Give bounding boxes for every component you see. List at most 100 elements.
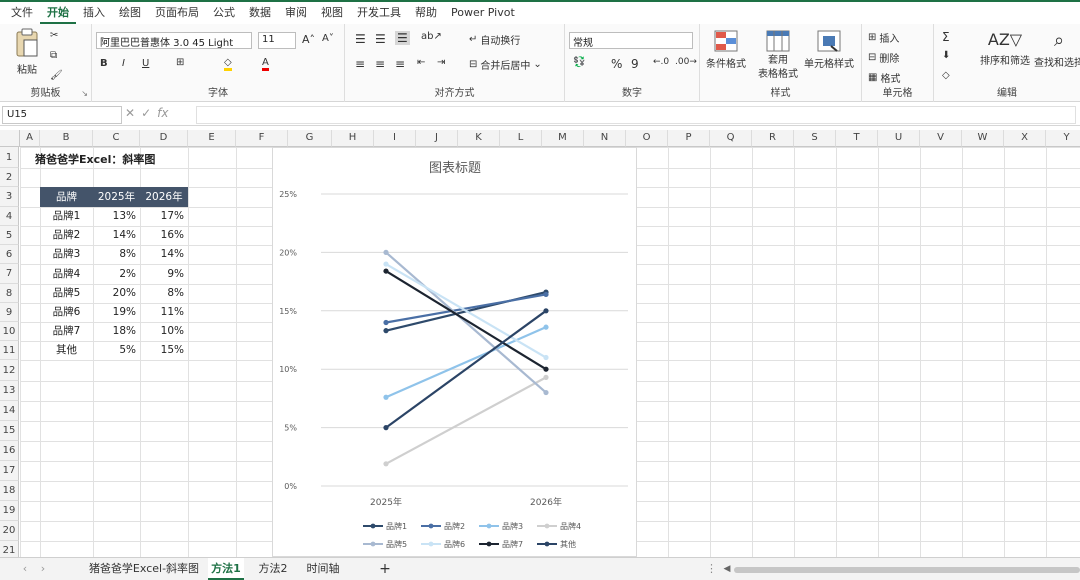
formula-input[interactable] (196, 106, 1076, 124)
menu-tab-10[interactable]: 帮助 (408, 2, 444, 24)
column-header-F[interactable]: F (236, 130, 288, 147)
column-header-E[interactable]: E (188, 130, 236, 147)
align-right-button[interactable]: ≡ (395, 57, 405, 71)
row-header-12[interactable]: 12 (0, 360, 19, 381)
decrease-indent-button[interactable]: ⇤ (417, 57, 425, 68)
align-left-button[interactable]: ≡ (355, 57, 365, 71)
row-header-18[interactable]: 18 (0, 481, 19, 501)
table-value-cell[interactable]: 2% (93, 264, 140, 284)
menu-tab-1[interactable]: 开始 (40, 3, 76, 24)
align-middle-button[interactable]: ☰ (375, 32, 386, 46)
row-header-8[interactable]: 8 (0, 284, 19, 303)
column-header-L[interactable]: L (500, 130, 542, 147)
column-header-A[interactable]: A (20, 130, 40, 147)
menu-tab-11[interactable]: Power Pivot (444, 2, 522, 24)
menu-tab-6[interactable]: 数据 (242, 2, 278, 24)
menu-tab-7[interactable]: 审阅 (278, 2, 314, 24)
row-header-15[interactable]: 15 (0, 421, 19, 441)
menu-tab-5[interactable]: 公式 (206, 2, 242, 24)
row-header-7[interactable]: 7 (0, 264, 19, 284)
sheet-tab-2[interactable]: 方法2 (252, 558, 294, 580)
horizontal-scrollbar[interactable] (734, 567, 1080, 573)
table-brand-cell[interactable]: 品牌5 (40, 284, 93, 303)
table-value-cell[interactable]: 13% (93, 207, 140, 226)
table-brand-cell[interactable]: 品牌2 (40, 226, 93, 245)
table-brand-cell[interactable]: 品牌7 (40, 322, 93, 341)
increase-font-button[interactable]: A˄ (302, 33, 315, 46)
table-brand-cell[interactable]: 品牌4 (40, 264, 93, 284)
table-brand-cell[interactable]: 品牌6 (40, 303, 93, 322)
menu-tab-2[interactable]: 插入 (76, 2, 112, 24)
menu-tab-8[interactable]: 视图 (314, 2, 350, 24)
table-brand-cell[interactable]: 其他 (40, 341, 93, 360)
row-header-5[interactable]: 5 (0, 226, 19, 245)
column-header-J[interactable]: J (416, 130, 458, 147)
decrease-font-button[interactable]: A˅ (322, 33, 334, 44)
table-value-cell[interactable]: 10% (140, 322, 188, 341)
percent-button[interactable]: % (611, 57, 622, 71)
delete-cells-button[interactable]: ⊟ 删除 (868, 50, 899, 65)
table-value-cell[interactable]: 17% (140, 207, 188, 226)
table-value-cell[interactable]: 8% (93, 245, 140, 264)
increase-indent-button[interactable]: ⇥ (437, 57, 445, 68)
column-header-P[interactable]: P (668, 130, 710, 147)
fill-color-button[interactable]: ◇ (224, 57, 232, 71)
column-header-K[interactable]: K (458, 130, 500, 147)
prev-sheet-icon[interactable]: ‹ (18, 558, 32, 580)
row-header-2[interactable]: 2 (0, 168, 19, 187)
row-header-3[interactable]: 3 (0, 187, 19, 207)
dialog-launcher-icon[interactable]: ↘ (81, 89, 88, 98)
row-header-14[interactable]: 14 (0, 401, 19, 421)
table-value-cell[interactable]: 18% (93, 322, 140, 341)
bold-button[interactable]: B (100, 58, 108, 69)
column-header-R[interactable]: R (752, 130, 794, 147)
table-value-cell[interactable]: 9% (140, 264, 188, 284)
number-format-select[interactable]: 常规 (569, 32, 693, 49)
insert-cells-button[interactable]: ⊞ 插入 (868, 30, 899, 45)
column-header-M[interactable]: M (542, 130, 584, 147)
row-header-11[interactable]: 11 (0, 341, 19, 360)
underline-button[interactable]: U (142, 58, 149, 69)
wrap-text-button[interactable]: ↵ 自动换行 (469, 32, 520, 47)
menu-tab-9[interactable]: 开发工具 (350, 2, 408, 24)
merge-center-button[interactable]: ⊟ 合并后居中 ⌄ (469, 57, 542, 72)
column-header-D[interactable]: D (140, 130, 188, 147)
menu-tab-4[interactable]: 页面布局 (148, 2, 206, 24)
row-header-13[interactable]: 13 (0, 381, 19, 401)
find-select-button[interactable]: ⌕ 查找和选择 (1034, 30, 1080, 69)
comma-button[interactable]: 9 (631, 57, 639, 71)
row-header-4[interactable]: 4 (0, 207, 19, 226)
font-name-select[interactable]: 阿里巴巴普惠体 3.0 45 Light (96, 32, 252, 49)
row-header-10[interactable]: 10 (0, 322, 19, 341)
fx-icon[interactable]: fx (157, 106, 168, 120)
column-header-O[interactable]: O (626, 130, 668, 147)
column-header-W[interactable]: W (962, 130, 1004, 147)
table-header-cell[interactable]: 2025年 (93, 187, 140, 207)
increase-decimal-button[interactable]: ←.0 (653, 57, 669, 67)
format-cells-button[interactable]: ▦ 格式 (868, 70, 900, 85)
table-value-cell[interactable]: 14% (93, 226, 140, 245)
name-box[interactable]: U15 (2, 106, 122, 124)
column-header-H[interactable]: H (332, 130, 374, 147)
row-header-1[interactable]: 1 (0, 147, 19, 168)
column-header-X[interactable]: X (1004, 130, 1046, 147)
sheet-tab-1[interactable]: 方法1 (208, 558, 244, 580)
cell-styles-button[interactable]: 单元格样式 (804, 30, 854, 70)
border-button[interactable]: ⊞ (176, 57, 184, 68)
clear-button[interactable]: ◇ (942, 70, 950, 81)
table-header-cell[interactable]: 品牌 (40, 187, 93, 207)
table-value-cell[interactable]: 20% (93, 284, 140, 303)
paste-button[interactable]: 粘贴 (14, 28, 40, 76)
column-header-N[interactable]: N (584, 130, 626, 147)
autosum-button[interactable]: Σ (942, 30, 950, 44)
table-value-cell[interactable]: 15% (140, 341, 188, 360)
sort-filter-button[interactable]: AZ▽ 排序和筛选 (980, 30, 1030, 67)
menu-tab-3[interactable]: 绘图 (112, 2, 148, 24)
cancel-icon[interactable]: ✕ (125, 106, 141, 120)
table-brand-cell[interactable]: 品牌1 (40, 207, 93, 226)
confirm-icon[interactable]: ✓ (141, 106, 157, 120)
column-header-B[interactable]: B (40, 130, 93, 147)
fill-button[interactable]: ⬇ (942, 50, 950, 61)
table-value-cell[interactable]: 19% (93, 303, 140, 322)
row-header-20[interactable]: 20 (0, 521, 19, 541)
